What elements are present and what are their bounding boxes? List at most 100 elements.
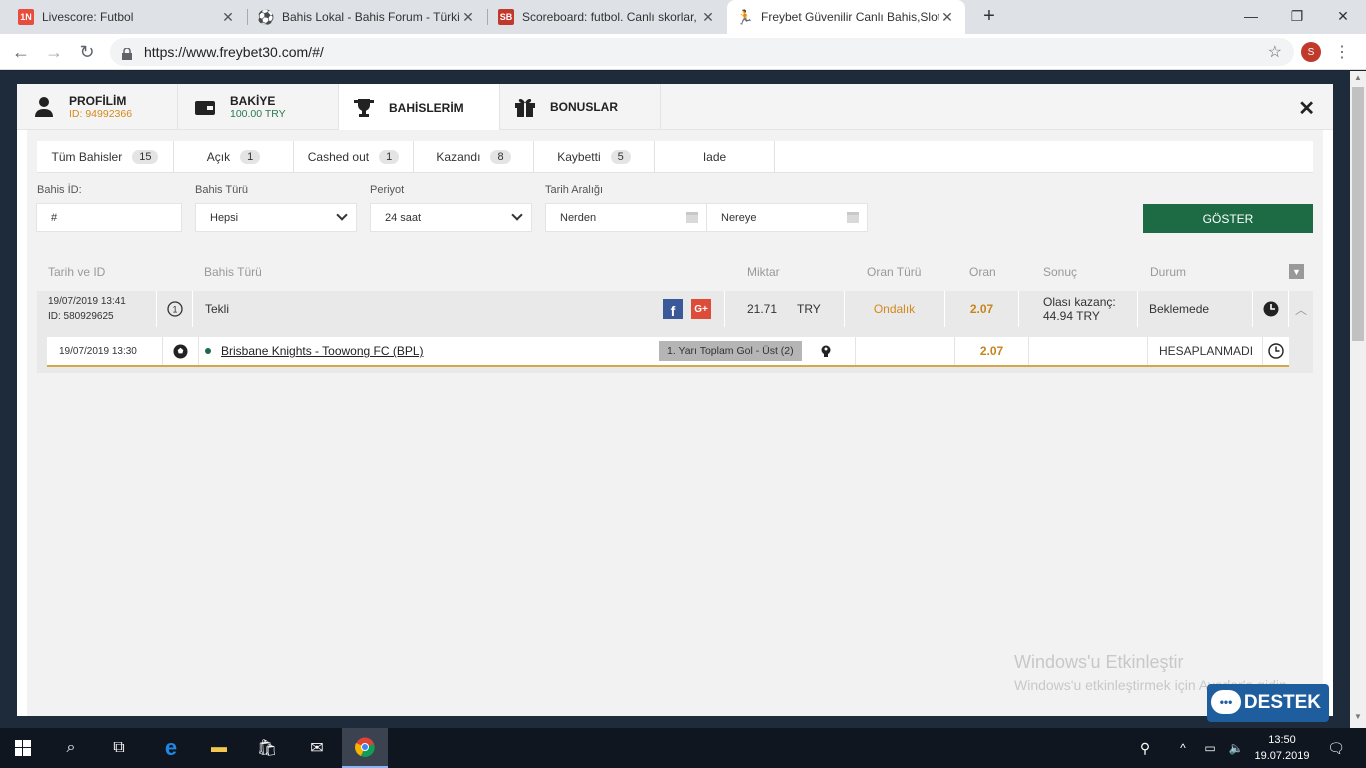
browser-tab-livescore[interactable]: 1N Livescore: Futbol ✕	[8, 0, 246, 34]
currency: TRY	[797, 302, 821, 316]
edge-browser-icon[interactable]: e	[148, 728, 194, 768]
odds-type-value: Ondalık	[873, 302, 916, 316]
tab-bonuses[interactable]: BONUSLAR	[500, 84, 661, 130]
browser-tab-scoreboard[interactable]: SB Scoreboard: futbol. Canlı skorlar, ✕	[488, 0, 726, 34]
user-id: ID: 94992366	[69, 108, 133, 120]
result-cell: Olası kazanç: 44.94 TRY	[1019, 291, 1138, 327]
subtab-label: Cashed out	[307, 150, 370, 164]
subtab-label: Kaybetti	[557, 150, 601, 164]
date-from-input[interactable]: Nerden	[545, 203, 707, 232]
selection-odds-cell: 2.07	[955, 337, 1029, 365]
bookmark-star-icon[interactable]: ☆	[1268, 42, 1282, 62]
new-tab-button[interactable]: +	[977, 5, 1001, 28]
chevron-up-icon[interactable]: ^	[1172, 728, 1194, 768]
scroll-down-icon[interactable]: ▼	[1350, 712, 1366, 726]
match-link[interactable]: Brisbane Knights - Toowong FC (BPL)	[221, 344, 424, 358]
url-field[interactable]: https://www.freybet30.com/#/ ☆	[110, 38, 1294, 66]
close-modal-icon[interactable]: ✕	[1298, 96, 1315, 121]
windows-start-icon[interactable]	[0, 728, 46, 768]
file-explorer-icon[interactable]: ▬	[196, 728, 242, 768]
reload-button[interactable]: ↻	[75, 40, 99, 64]
header-bet-type: Bahis Türü	[204, 265, 262, 279]
tab-balance-title: BAKİYE	[230, 94, 276, 108]
back-button[interactable]: ←	[9, 40, 33, 64]
period-value: 24 saat	[385, 211, 422, 224]
store-icon[interactable]: 🛍	[244, 728, 290, 768]
bet-id: ID: 580929625	[48, 311, 114, 322]
close-tab-icon[interactable]: ✕	[460, 9, 476, 26]
balance-amount: 100.00 TRY	[230, 108, 286, 120]
subtab-refund[interactable]: Iade	[655, 141, 775, 173]
facebook-share-icon[interactable]: f	[663, 299, 683, 319]
mail-icon[interactable]: ✉	[294, 728, 340, 768]
bet-type-select[interactable]: Hepsi	[195, 203, 357, 232]
close-tab-icon[interactable]: ✕	[220, 9, 236, 26]
status-cell: Beklemede	[1138, 291, 1253, 327]
selection-result-cell	[1029, 337, 1148, 365]
table-row[interactable]: 19/07/2019 13:41 ID: 580929625 1 Tekli f…	[37, 291, 1313, 327]
scoreboard-icon: SB	[498, 9, 514, 25]
single-bet-icon: 1	[157, 291, 193, 327]
close-window-button[interactable]: ✕	[1320, 0, 1366, 32]
chat-bubble-icon: •••	[1211, 690, 1241, 714]
period-select[interactable]: 24 saat	[370, 203, 532, 232]
tab-my-bets[interactable]: BAHİSLERİM	[339, 84, 500, 131]
taskbar-clock[interactable]: 13:50 19.07.2019	[1254, 732, 1310, 764]
subtab-all-bets[interactable]: Tüm Bahisler 15	[37, 141, 174, 173]
support-button[interactable]: ••• DESTEK	[1207, 684, 1329, 722]
close-tab-icon[interactable]: ✕	[700, 9, 716, 26]
battery-icon[interactable]: ▭	[1198, 728, 1222, 768]
market-badge: 1. Yarı Toplam Gol - Üst (2)	[659, 341, 802, 361]
scroll-up-icon[interactable]: ▲	[1350, 73, 1366, 87]
forward-button[interactable]: →	[42, 40, 66, 64]
soccer-ball-icon	[163, 337, 199, 365]
chevron-down-icon	[336, 209, 348, 221]
collapse-row-icon[interactable]: ︿	[1289, 291, 1313, 327]
page-scrollbar[interactable]: ▲ ▼	[1350, 71, 1366, 728]
header-status: Durum	[1150, 265, 1187, 279]
date-to-input[interactable]: Nereye	[706, 203, 868, 232]
browser-tab-freybet[interactable]: 🏃 Freybet Güvenilir Canlı Bahis,Slot ✕	[727, 0, 965, 34]
info-icon[interactable]	[821, 345, 831, 360]
browser-menu-icon[interactable]: ⋮	[1334, 42, 1350, 62]
google-plus-share-icon[interactable]: G+	[691, 299, 711, 319]
chrome-icon[interactable]	[342, 728, 388, 768]
minimize-button[interactable]: —	[1228, 0, 1274, 32]
maximize-button[interactable]: ❐	[1274, 0, 1320, 32]
people-icon[interactable]: ⚲	[1130, 728, 1160, 768]
header-odds: Oran	[969, 265, 996, 279]
volume-icon[interactable]: 🔈	[1224, 728, 1248, 768]
count-badge: 15	[132, 150, 159, 164]
wallet-icon	[194, 96, 216, 118]
subtab-won[interactable]: Kazandı 8	[414, 141, 534, 173]
collapse-all-icon[interactable]: ▼	[1289, 264, 1304, 279]
possible-win-label: Olası kazanç:	[1043, 295, 1116, 309]
date-range-label: Tarih Aralığı	[545, 184, 604, 196]
address-bar-row: ← → ↻ https://www.freybet30.com/#/ ☆ S ⋮	[0, 34, 1366, 70]
scrollbar-thumb[interactable]	[1352, 87, 1364, 341]
svg-text:1: 1	[172, 305, 177, 315]
selection-match-cell: Brisbane Knights - Toowong FC (BPL) 1. Y…	[199, 337, 831, 365]
lock-icon	[122, 47, 132, 60]
clock-outline-icon	[1263, 337, 1289, 365]
header-amount: Miktar	[747, 265, 780, 279]
profile-avatar[interactable]: S	[1301, 42, 1321, 62]
notifications-icon[interactable]: 🗨	[1318, 728, 1354, 768]
subtab-lost[interactable]: Kaybetti 5	[534, 141, 655, 173]
browser-tab-bahis-lokal[interactable]: ⚽ Bahis Lokal - Bahis Forum - Türki ✕	[248, 0, 486, 34]
show-button[interactable]: GÖSTER	[1143, 204, 1313, 233]
task-view-icon[interactable]: ⧉	[96, 728, 142, 768]
bet-id-input[interactable]: #	[36, 203, 182, 232]
subtab-label: Kazandı	[436, 150, 481, 164]
period-label: Periyot	[370, 184, 405, 196]
close-tab-icon[interactable]: ✕	[939, 9, 955, 26]
search-icon[interactable]: ⌕	[48, 728, 94, 768]
tab-profile[interactable]: PROFİLİM ID: 94992366	[17, 84, 178, 130]
subtab-cashed-out[interactable]: Cashed out 1	[294, 141, 414, 173]
time: 13:50	[1268, 734, 1296, 746]
header-odds-type: Oran Türü	[867, 265, 922, 279]
selection-status: HESAPLANMADI	[1159, 344, 1254, 358]
tab-balance[interactable]: BAKİYE 100.00 TRY	[178, 84, 339, 130]
selection-empty-cell	[855, 337, 955, 365]
subtab-open[interactable]: Açık 1	[174, 141, 294, 173]
